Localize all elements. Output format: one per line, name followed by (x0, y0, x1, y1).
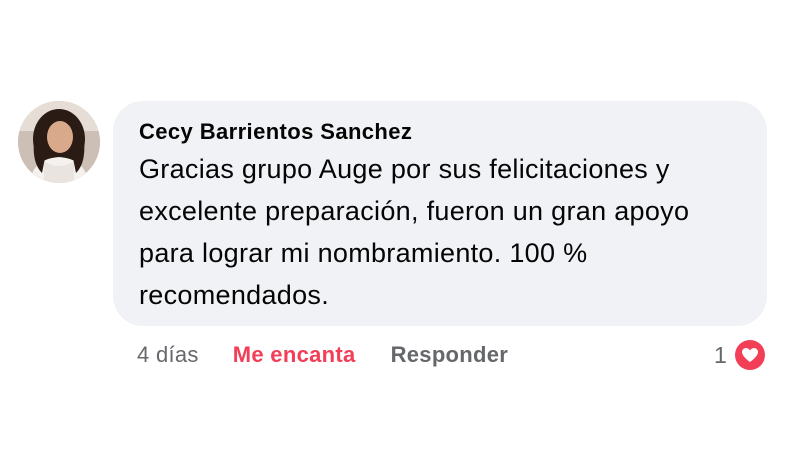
love-heart-icon (734, 340, 765, 370)
reply-button[interactable]: Responder (391, 342, 509, 368)
comment-text: Gracias grupo Auge por sus felicitacione… (139, 154, 690, 310)
profile-photo-icon (18, 101, 100, 183)
comment-bubble: Cecy Barrientos Sanchez Gracias grupo Au… (113, 101, 767, 326)
comment-timestamp[interactable]: 4 días (137, 342, 199, 368)
avatar[interactable] (18, 101, 100, 183)
comment: Cecy Barrientos Sanchez Gracias grupo Au… (0, 0, 792, 458)
love-reaction-badge (732, 338, 767, 372)
reaction-button[interactable]: Me encanta (233, 342, 356, 368)
reaction-count: 1 (714, 341, 727, 368)
author-name[interactable]: Cecy Barrientos Sanchez (139, 118, 747, 146)
reaction-summary[interactable]: 1 (714, 337, 767, 373)
comment-actions: 4 días Me encanta Responder (137, 339, 508, 371)
